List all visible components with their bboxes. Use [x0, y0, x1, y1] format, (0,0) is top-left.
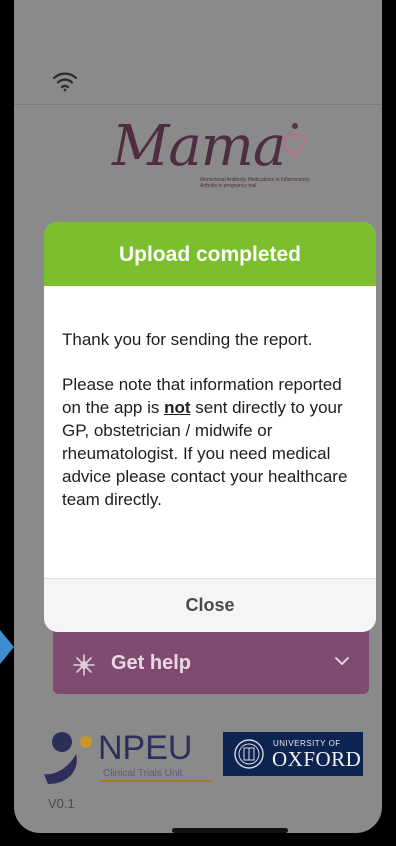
- app-screen: Mama Monoclonal Antibody Medications in …: [14, 0, 382, 833]
- upload-completed-dialog: Upload completed Thank you for sending t…: [44, 222, 376, 632]
- app-version: V0.1: [48, 796, 75, 811]
- header-divider: [14, 104, 382, 105]
- wifi-icon: [52, 72, 78, 92]
- dialog-title: Upload completed: [118, 243, 302, 266]
- logo-wordmark: Mama: [112, 114, 286, 179]
- oxford-logo: UNIVERSITY OF OXFORD: [223, 732, 363, 776]
- oxford-big-text: OXFORD: [272, 747, 362, 771]
- asterisk-icon: [73, 654, 95, 676]
- heart-icon: [283, 123, 306, 157]
- close-button[interactable]: Close: [44, 579, 376, 632]
- home-indicator[interactable]: [172, 828, 288, 833]
- npeu-mark-icon: [44, 732, 92, 784]
- dialog-message: Thank you for sending the report.: [62, 330, 313, 349]
- npeu-subtitle: Clinical Trials Unit: [103, 768, 183, 779]
- dialog-body: Thank you for sending the report. Please…: [62, 328, 362, 533]
- npeu-rule: [100, 780, 212, 782]
- dialog-note: Please note that information reported on…: [62, 373, 362, 511]
- get-help-label: Get help: [111, 652, 192, 674]
- phone-frame: Mama Monoclonal Antibody Medications in …: [0, 0, 396, 846]
- oxford-crest-icon: [234, 739, 264, 769]
- logo-tagline: Monoclonal Antibody Medications in Infla…: [200, 177, 310, 189]
- chevron-down-icon: [335, 657, 349, 665]
- mama-logo: Mama Monoclonal Antibody Medications in …: [112, 115, 312, 195]
- npeu-logo: NPEU Clinical Trials Unit: [42, 728, 218, 790]
- footer-logos: NPEU Clinical Trials Unit UNIVERSITY OF …: [14, 720, 382, 800]
- dialog-header: Upload completed: [44, 222, 376, 286]
- get-help-button[interactable]: Get help: [53, 630, 369, 694]
- npeu-name: NPEU: [98, 729, 193, 767]
- status-bar: [14, 0, 382, 104]
- dialog-note-emphasis: not: [164, 398, 191, 417]
- background-arrow-indicator: [0, 630, 14, 664]
